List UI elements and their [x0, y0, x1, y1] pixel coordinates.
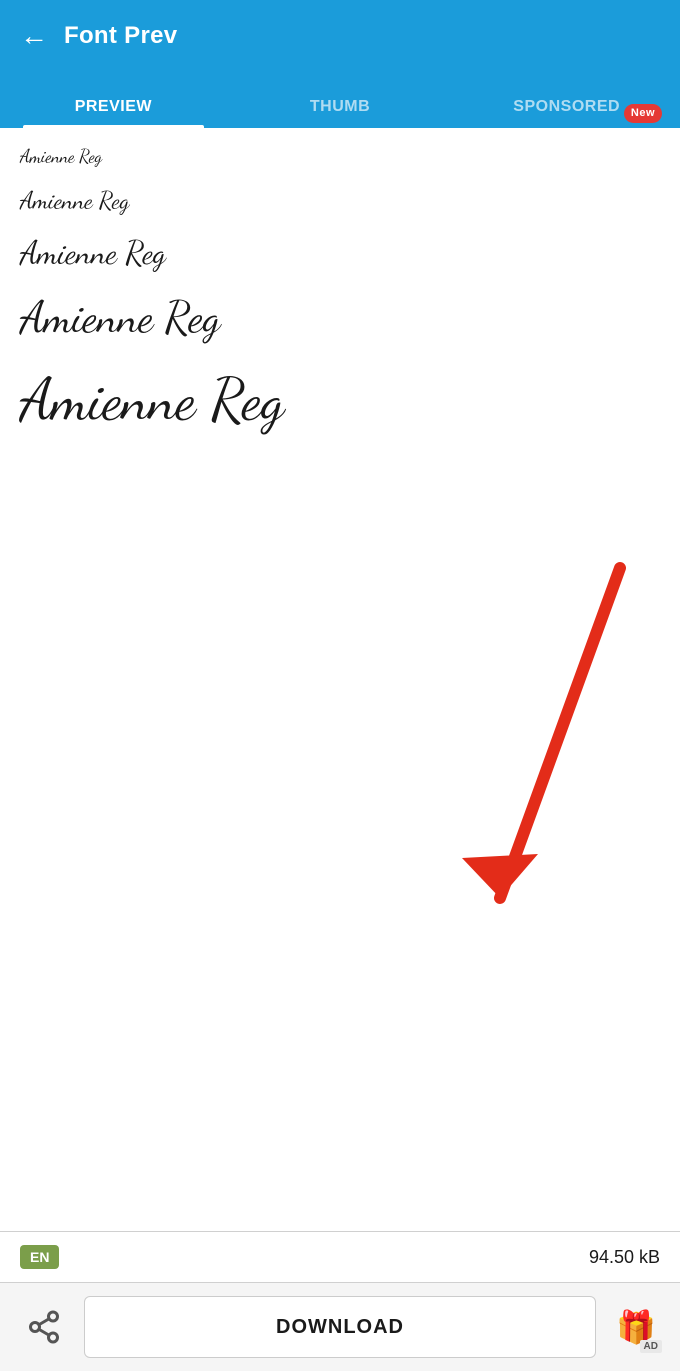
font-sample-2: Amienne Reg [20, 177, 660, 224]
arrow-annotation [420, 558, 640, 938]
tab-bar: PREVIEW THUMB SPONSORED New [0, 72, 680, 128]
arrow-svg [420, 558, 640, 938]
language-badge: EN [20, 1245, 59, 1269]
ad-gift-button[interactable]: 🎁 AD [608, 1299, 664, 1355]
download-button[interactable]: DOWNLOAD [84, 1296, 596, 1358]
font-sample-5: Amienne Reg [20, 355, 660, 446]
page-title: Font Prev [64, 22, 177, 50]
new-badge: New [624, 104, 662, 123]
action-bar: DOWNLOAD 🎁 AD [0, 1283, 680, 1371]
file-size: 94.50 kB [589, 1247, 660, 1268]
share-icon [26, 1309, 62, 1345]
tab-sponsored[interactable]: SPONSORED New [453, 98, 680, 128]
preview-area: Amienne Reg Amienne Reg Amienne Reg Amie… [0, 128, 680, 1231]
tab-preview[interactable]: PREVIEW [0, 98, 227, 128]
font-sample-1: Amienne Reg [20, 138, 660, 177]
font-sample-3: Amienne Reg [20, 225, 660, 283]
font-sample-4: Amienne Reg [20, 282, 660, 355]
share-button[interactable] [16, 1299, 72, 1355]
info-bar: EN 94.50 kB [0, 1231, 680, 1283]
app-header: ← Font Prev [0, 0, 680, 72]
tab-thumb[interactable]: THUMB [227, 98, 454, 128]
ad-label: AD [640, 1340, 662, 1353]
back-button[interactable]: ← [20, 20, 48, 52]
